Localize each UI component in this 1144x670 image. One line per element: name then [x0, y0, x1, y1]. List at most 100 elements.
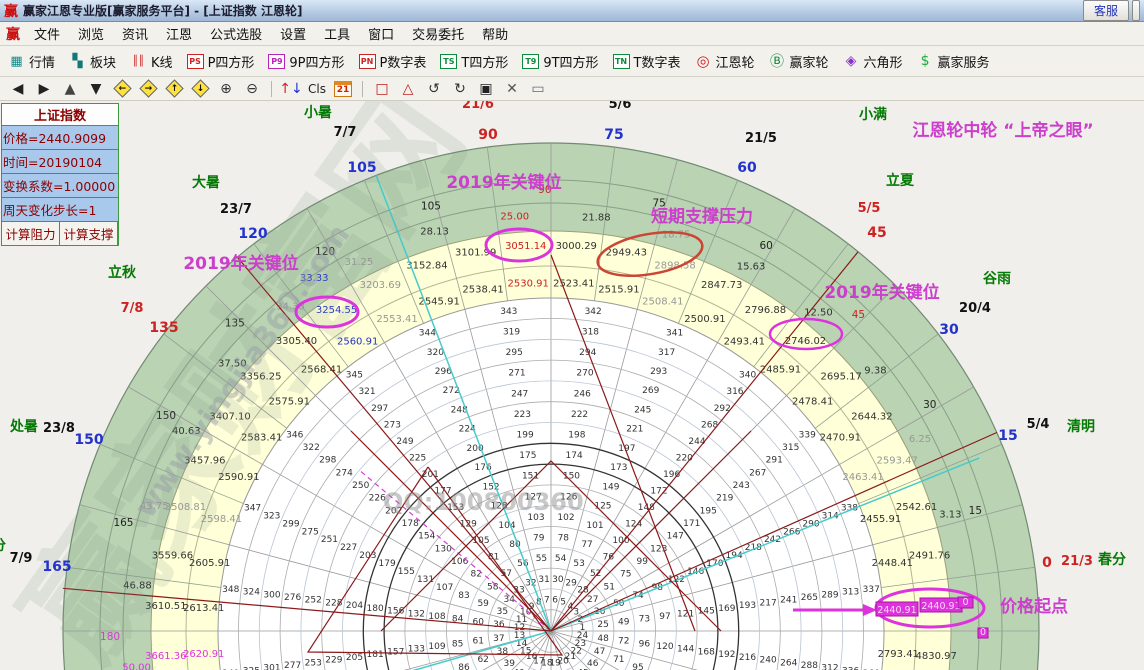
calc-support-button[interactable]: 计算支撑: [60, 221, 118, 245]
toolbar-button-9P四方形[interactable]: P9 9P四方形: [268, 52, 345, 71]
wheel-number: 97: [659, 612, 670, 622]
wheel-number: 288: [801, 661, 818, 670]
wheel-number: 300: [263, 590, 280, 600]
menu-item-帮助[interactable]: 帮助: [473, 22, 517, 45]
annotation-text: 2019年关键位: [183, 253, 298, 274]
tri-up-tool[interactable]: ▲: [58, 79, 82, 99]
time-field[interactable]: 时间=20190104: [2, 150, 118, 174]
wheel-number: 3: [573, 608, 579, 618]
wheel-number: 46: [587, 659, 599, 669]
outside-label: 5/5: [858, 201, 881, 216]
wheel-number: 247: [511, 389, 528, 399]
dmd-down-tool[interactable]: ↓: [188, 79, 212, 99]
wheel-number: 276: [284, 593, 301, 603]
wheel-number: 60: [473, 617, 485, 627]
expand-tool[interactable]: ▣: [474, 79, 498, 99]
wheel-number: 49: [618, 617, 630, 627]
rotate-cw-tool[interactable]: ↻: [448, 79, 472, 99]
outside-label: 立夏: [886, 172, 915, 189]
menu-item-工具[interactable]: 工具: [315, 22, 359, 45]
board-tool[interactable]: ▭: [526, 79, 550, 99]
zoom-in-tool[interactable]: ⊕: [214, 79, 238, 99]
wheel-number: 265: [801, 593, 818, 603]
outside-label: 春分: [1097, 551, 1126, 568]
toolbar-button-行情[interactable]: ▦ 行情: [8, 52, 55, 71]
square-tool[interactable]: □: [370, 79, 394, 99]
percent-label: 6.25: [909, 434, 931, 445]
wheel-number: 30: [552, 575, 564, 585]
triangle-tool[interactable]: △: [396, 79, 420, 99]
forward-tool[interactable]: ▶: [32, 79, 56, 99]
toolbar-button-T数字表[interactable]: TN T数字表: [612, 52, 681, 71]
menu-item-浏览[interactable]: 浏览: [69, 22, 113, 45]
calendar-tool[interactable]: 21: [331, 79, 355, 99]
tri-down-tool[interactable]: ▼: [84, 79, 108, 99]
toolbar-button-P四方形[interactable]: PS P四方形: [186, 52, 254, 71]
menu-item-江恩[interactable]: 江恩: [157, 22, 201, 45]
wheel-number: 78: [558, 534, 570, 544]
tn-icon: TN: [612, 53, 630, 69]
toolbar-button-P数字表[interactable]: PN P数字表: [358, 52, 426, 71]
dmd-right-tool[interactable]: →: [136, 79, 160, 99]
wheel-number: 25: [597, 620, 608, 630]
percent-label: 15.63: [737, 261, 766, 272]
wheel-number: 229: [325, 656, 342, 666]
window-title: 赢家江恩专业版[赢家服务平台] - [上证指数 江恩轮]: [23, 4, 303, 18]
wheel-number: 241: [780, 596, 797, 606]
wheel-number: 130: [435, 544, 452, 554]
customer-service-button[interactable]: 客服: [1082, 0, 1129, 21]
outside-label: 小满: [859, 106, 887, 123]
wheel-number: 172: [650, 486, 667, 496]
toolbar-button-板块[interactable]: ▚ 板块: [69, 52, 117, 71]
dmd-left-tool[interactable]: ←: [110, 79, 134, 99]
menu-item-交易委托[interactable]: 交易委托: [403, 22, 473, 45]
toolbar-button-赢家服务[interactable]: $ 赢家服务: [917, 52, 990, 71]
main-toolbar: ▦ 行情 ▚ 板块 ║║ K线 PS P四方形 P9 9P四方形 PN P数字表 TS T四方形 T9 9T四…: [0, 46, 1144, 77]
gann-wheel-chart[interactable]: 1234567891011121314151617181920212223242…: [0, 101, 1144, 670]
menu-item-设置[interactable]: 设置: [271, 22, 315, 45]
wheel-number: 274: [336, 468, 353, 478]
toolbar-button-江恩轮[interactable]: ◎ 江恩轮: [695, 52, 754, 71]
toolbar-button-K线[interactable]: ║║ K线: [130, 52, 173, 71]
toolbar-button-六角形[interactable]: ◈ 六角形: [843, 52, 903, 71]
conversion-factor-field[interactable]: 变换系数=1.00000: [2, 174, 118, 198]
back-tool[interactable]: ◀: [6, 79, 30, 99]
shrink-tool[interactable]: ✕: [500, 79, 524, 99]
dmd-up-tool[interactable]: ↑: [162, 79, 186, 99]
zoom-out-tool[interactable]: ⊖: [240, 79, 264, 99]
cycle-step-field[interactable]: 周天变化步长=1: [2, 198, 118, 221]
wheel-number: 168: [698, 647, 715, 657]
price-proportional-label: 2491.76: [909, 551, 950, 562]
menu-item-资讯[interactable]: 资讯: [113, 22, 157, 45]
toolbar-button-赢家轮[interactable]: Ⓑ 赢家轮: [769, 52, 829, 71]
grid-icon: ▦: [10, 53, 23, 69]
rotate-ccw-tool[interactable]: ↺: [422, 79, 446, 99]
wheel-number: 318: [582, 327, 599, 337]
wheel-number: 312: [821, 664, 838, 670]
outside-label: 立秋: [108, 264, 137, 281]
wheel-number: 154: [418, 532, 435, 542]
updown-tool[interactable]: ↑ ↓: [279, 79, 303, 99]
outside-label: 5/4: [1027, 417, 1050, 432]
wheel-number: 199: [517, 430, 534, 440]
price-field[interactable]: 价格=2440.9099: [2, 126, 118, 150]
wheel-number: 216: [739, 653, 756, 663]
price-proportional-label: 3051.14: [505, 241, 546, 252]
pn-icon: PN: [358, 53, 376, 69]
wheel-number: 62: [477, 655, 488, 665]
window-control-button-clipped[interactable]: [1132, 0, 1140, 21]
menu-item-窗口[interactable]: 窗口: [359, 22, 403, 45]
wheel-number: 301: [263, 664, 280, 670]
wheel-number: 96: [639, 639, 651, 649]
calc-resistance-button[interactable]: 计算阻力: [2, 221, 60, 245]
wheel-number: 252: [305, 596, 322, 606]
toolbar-button-9T四方形[interactable]: T9 9T四方形: [522, 52, 599, 71]
wheel-number: 325: [243, 666, 260, 670]
wheel-number: 205: [346, 653, 363, 663]
wheel-number: 178: [402, 519, 419, 529]
menu-item-公式选股[interactable]: 公式选股: [201, 22, 271, 45]
toolbar-button-T四方形[interactable]: TS T四方形: [440, 52, 508, 71]
menu-item-文件[interactable]: 文件: [25, 22, 69, 45]
cls-tool[interactable]: Cls: [305, 79, 329, 99]
wheel-number: 169: [718, 604, 735, 614]
